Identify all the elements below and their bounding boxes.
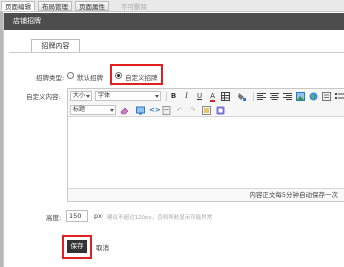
tab-not-deletable: 不可删除 (121, 3, 147, 11)
height-unit: px (94, 212, 102, 220)
underline-icon[interactable]: U (195, 92, 204, 101)
tab-layout-manage[interactable]: 布局管理 (38, 1, 72, 11)
chevron-down-icon (155, 95, 159, 98)
radio-default-label[interactable]: 默认招牌 (77, 72, 103, 82)
custom-signboard-highlight (110, 64, 163, 85)
insert-image-icon[interactable] (136, 106, 145, 115)
insert-file-icon[interactable] (162, 106, 171, 115)
list-icon[interactable] (335, 92, 344, 101)
toolbar-separator (253, 92, 254, 101)
chevron-down-icon (86, 95, 90, 98)
align-right-icon[interactable] (283, 92, 292, 101)
font-color-icon[interactable]: A (208, 92, 217, 102)
dialog-title: 店铺招牌 (4, 13, 344, 30)
code-icon[interactable]: <> (149, 106, 161, 115)
table-icon[interactable] (221, 92, 230, 101)
rich-text-editor[interactable]: 大小 字体 B I U A 标题 <> ↶ ↷ 内容正文每5分钟自动保存一次 (67, 88, 344, 202)
align-left-icon[interactable] (257, 92, 266, 101)
heading-select[interactable]: 标题 (70, 105, 116, 115)
undo-icon[interactable]: ↶ (175, 106, 184, 115)
height-input[interactable]: 150 (66, 210, 88, 222)
italic-icon[interactable]: I (182, 92, 191, 101)
align-center-icon[interactable] (270, 92, 279, 101)
custom-content-label: 自定义内容: (26, 93, 61, 101)
tab-signboard-content[interactable]: 招牌内容 (31, 39, 80, 53)
eraser-icon[interactable] (120, 106, 129, 115)
image-icon[interactable] (296, 92, 305, 101)
height-hint: 建议不超过120px，否则导航显示可能异常 (107, 215, 213, 221)
redo-icon[interactable]: ↷ (188, 106, 197, 115)
font-size-value: 大小 (73, 92, 86, 99)
chevron-down-icon (110, 109, 114, 112)
source-code-icon[interactable] (322, 92, 331, 101)
signboard-type-label: 招牌类型: (36, 74, 65, 82)
editor-toolbar-row-2: 标题 <> ↶ ↷ (68, 103, 344, 117)
tab-page-edit[interactable]: 页面编辑 (1, 1, 35, 11)
top-menu-bar: 页面编辑 布局管理 页面属性 不可删除 (0, 0, 344, 12)
heading-value: 标题 (73, 106, 86, 113)
fullscreen-icon[interactable] (202, 106, 211, 115)
tab-divider (9, 52, 344, 53)
save-button[interactable]: 保存 (67, 240, 87, 253)
bold-icon[interactable]: B (169, 92, 178, 101)
radio-default-signboard[interactable] (67, 72, 74, 79)
font-size-select[interactable]: 大小 (70, 91, 92, 101)
fill-color-icon[interactable] (237, 92, 246, 101)
autosave-status: 内容正文每5分钟自动保存一次 (68, 188, 344, 201)
media-icon[interactable] (216, 106, 225, 115)
shop-signboard-dialog: 店铺招牌 招牌内容 招牌类型: 默认招牌 自定义招牌 自定义内容: 大小 字体 … (3, 13, 344, 267)
cancel-link[interactable]: 取消 (96, 242, 109, 252)
height-label: 高度: (46, 214, 62, 222)
tab-page-properties[interactable]: 页面属性 (75, 1, 109, 11)
font-family-value: 字体 (98, 92, 111, 99)
editor-toolbar-row-1: 大小 字体 B I U A (68, 89, 344, 103)
globe-icon[interactable] (309, 92, 318, 101)
toolbar-separator (166, 92, 167, 101)
font-family-select[interactable]: 字体 (95, 91, 161, 101)
